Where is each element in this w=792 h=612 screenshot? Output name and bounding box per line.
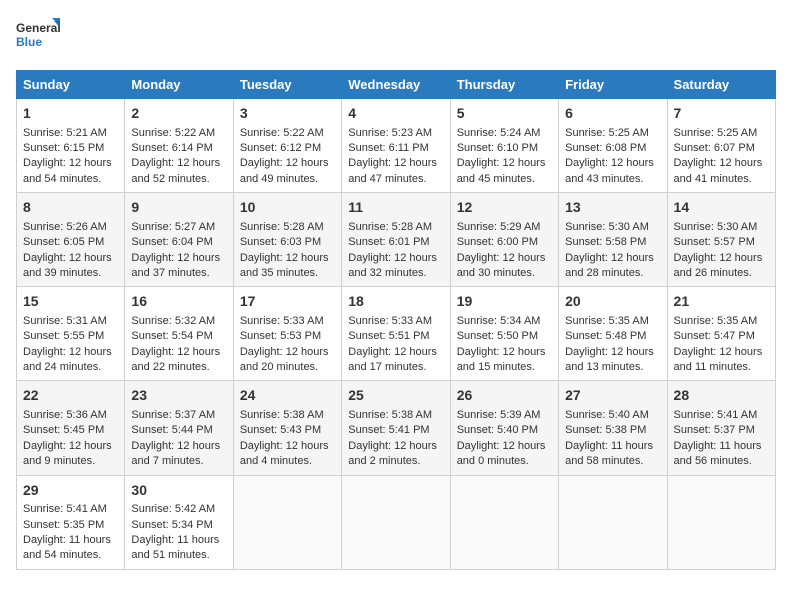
logo-svg: General Blue	[16, 16, 60, 60]
calendar-cell: 26Sunrise: 5:39 AMSunset: 5:40 PMDayligh…	[450, 381, 558, 475]
col-header-monday: Monday	[125, 71, 233, 99]
calendar-cell: 12Sunrise: 5:29 AMSunset: 6:00 PMDayligh…	[450, 193, 558, 287]
day-number: 6	[565, 104, 660, 124]
calendar-cell: 30Sunrise: 5:42 AMSunset: 5:34 PMDayligh…	[125, 475, 233, 569]
day-number: 3	[240, 104, 335, 124]
calendar-cell: 16Sunrise: 5:32 AMSunset: 5:54 PMDayligh…	[125, 287, 233, 381]
day-number: 16	[131, 292, 226, 312]
day-number: 5	[457, 104, 552, 124]
calendar-cell	[233, 475, 341, 569]
day-number: 21	[674, 292, 769, 312]
calendar-cell: 29Sunrise: 5:41 AMSunset: 5:35 PMDayligh…	[17, 475, 125, 569]
calendar-cell: 25Sunrise: 5:38 AMSunset: 5:41 PMDayligh…	[342, 381, 450, 475]
day-number: 9	[131, 198, 226, 218]
day-number: 28	[674, 386, 769, 406]
calendar-cell: 2Sunrise: 5:22 AMSunset: 6:14 PMDaylight…	[125, 99, 233, 193]
calendar-cell: 18Sunrise: 5:33 AMSunset: 5:51 PMDayligh…	[342, 287, 450, 381]
day-number: 4	[348, 104, 443, 124]
calendar-cell: 28Sunrise: 5:41 AMSunset: 5:37 PMDayligh…	[667, 381, 775, 475]
calendar-cell: 15Sunrise: 5:31 AMSunset: 5:55 PMDayligh…	[17, 287, 125, 381]
day-number: 25	[348, 386, 443, 406]
calendar-cell: 9Sunrise: 5:27 AMSunset: 6:04 PMDaylight…	[125, 193, 233, 287]
day-number: 2	[131, 104, 226, 124]
day-number: 15	[23, 292, 118, 312]
calendar-cell: 17Sunrise: 5:33 AMSunset: 5:53 PMDayligh…	[233, 287, 341, 381]
col-header-sunday: Sunday	[17, 71, 125, 99]
col-header-wednesday: Wednesday	[342, 71, 450, 99]
calendar-cell: 14Sunrise: 5:30 AMSunset: 5:57 PMDayligh…	[667, 193, 775, 287]
logo: General Blue	[16, 16, 60, 60]
calendar-cell: 20Sunrise: 5:35 AMSunset: 5:48 PMDayligh…	[559, 287, 667, 381]
week-row-4: 22Sunrise: 5:36 AMSunset: 5:45 PMDayligh…	[17, 381, 776, 475]
calendar-cell	[450, 475, 558, 569]
calendar-cell: 21Sunrise: 5:35 AMSunset: 5:47 PMDayligh…	[667, 287, 775, 381]
day-number: 18	[348, 292, 443, 312]
calendar-cell: 3Sunrise: 5:22 AMSunset: 6:12 PMDaylight…	[233, 99, 341, 193]
calendar-cell	[559, 475, 667, 569]
day-number: 8	[23, 198, 118, 218]
calendar-cell: 11Sunrise: 5:28 AMSunset: 6:01 PMDayligh…	[342, 193, 450, 287]
calendar-cell: 8Sunrise: 5:26 AMSunset: 6:05 PMDaylight…	[17, 193, 125, 287]
calendar-cell: 24Sunrise: 5:38 AMSunset: 5:43 PMDayligh…	[233, 381, 341, 475]
calendar-cell	[667, 475, 775, 569]
week-row-1: 1Sunrise: 5:21 AMSunset: 6:15 PMDaylight…	[17, 99, 776, 193]
week-row-3: 15Sunrise: 5:31 AMSunset: 5:55 PMDayligh…	[17, 287, 776, 381]
col-header-friday: Friday	[559, 71, 667, 99]
calendar-cell: 4Sunrise: 5:23 AMSunset: 6:11 PMDaylight…	[342, 99, 450, 193]
day-number: 11	[348, 198, 443, 218]
day-number: 7	[674, 104, 769, 124]
day-number: 19	[457, 292, 552, 312]
svg-text:General: General	[16, 21, 60, 35]
col-header-tuesday: Tuesday	[233, 71, 341, 99]
calendar-table: SundayMondayTuesdayWednesdayThursdayFrid…	[16, 70, 776, 570]
calendar-cell: 10Sunrise: 5:28 AMSunset: 6:03 PMDayligh…	[233, 193, 341, 287]
col-header-saturday: Saturday	[667, 71, 775, 99]
calendar-cell: 6Sunrise: 5:25 AMSunset: 6:08 PMDaylight…	[559, 99, 667, 193]
calendar-cell: 5Sunrise: 5:24 AMSunset: 6:10 PMDaylight…	[450, 99, 558, 193]
day-number: 26	[457, 386, 552, 406]
day-number: 22	[23, 386, 118, 406]
day-number: 29	[23, 481, 118, 501]
calendar-cell: 27Sunrise: 5:40 AMSunset: 5:38 PMDayligh…	[559, 381, 667, 475]
day-number: 13	[565, 198, 660, 218]
day-number: 12	[457, 198, 552, 218]
week-row-5: 29Sunrise: 5:41 AMSunset: 5:35 PMDayligh…	[17, 475, 776, 569]
calendar-cell: 22Sunrise: 5:36 AMSunset: 5:45 PMDayligh…	[17, 381, 125, 475]
day-number: 20	[565, 292, 660, 312]
header: General Blue	[16, 16, 776, 60]
calendar-cell: 1Sunrise: 5:21 AMSunset: 6:15 PMDaylight…	[17, 99, 125, 193]
day-number: 23	[131, 386, 226, 406]
calendar-cell: 19Sunrise: 5:34 AMSunset: 5:50 PMDayligh…	[450, 287, 558, 381]
day-number: 1	[23, 104, 118, 124]
day-number: 30	[131, 481, 226, 501]
calendar-cell: 13Sunrise: 5:30 AMSunset: 5:58 PMDayligh…	[559, 193, 667, 287]
day-number: 10	[240, 198, 335, 218]
svg-text:Blue: Blue	[16, 35, 42, 49]
calendar-cell: 23Sunrise: 5:37 AMSunset: 5:44 PMDayligh…	[125, 381, 233, 475]
col-header-thursday: Thursday	[450, 71, 558, 99]
day-number: 27	[565, 386, 660, 406]
calendar-cell	[342, 475, 450, 569]
day-number: 17	[240, 292, 335, 312]
calendar-cell: 7Sunrise: 5:25 AMSunset: 6:07 PMDaylight…	[667, 99, 775, 193]
day-number: 24	[240, 386, 335, 406]
day-number: 14	[674, 198, 769, 218]
week-row-2: 8Sunrise: 5:26 AMSunset: 6:05 PMDaylight…	[17, 193, 776, 287]
